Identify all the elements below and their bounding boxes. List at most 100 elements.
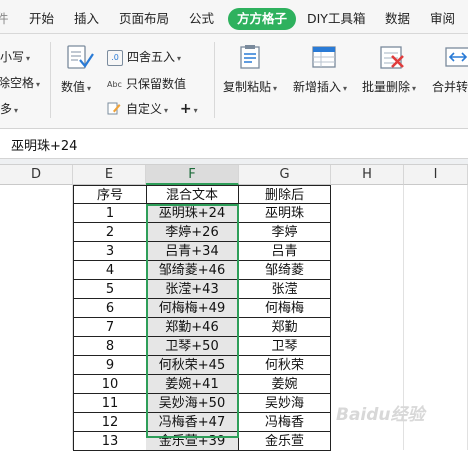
cell-mixed-text[interactable]: 何秋荣+45 [146, 356, 239, 375]
cell-after-delete[interactable]: 郑勤 [239, 318, 331, 337]
abc-icon: Abc [107, 80, 122, 89]
chevron-down-icon: ▾ [343, 84, 348, 93]
cell-mixed-text[interactable]: 巫明珠+24 [146, 204, 239, 223]
cell-seq[interactable]: 1 [73, 204, 147, 223]
remove-spaces-label: 除空格 [0, 76, 35, 90]
cell-seq[interactable]: 4 [73, 261, 147, 280]
ribbon-divider [214, 42, 215, 118]
cell-seq[interactable]: 13 [73, 432, 147, 451]
cell-seq[interactable]: 2 [73, 223, 147, 242]
cell-seq[interactable]: 5 [73, 280, 147, 299]
cell-seq[interactable]: 10 [73, 375, 147, 394]
tab-review[interactable]: 审阅 [430, 0, 455, 33]
round-button[interactable]: .0 四舍五入 ▾ [107, 48, 181, 66]
cell-seq[interactable]: 9 [73, 356, 147, 375]
cell-seq[interactable]: 12 [73, 413, 147, 432]
cell-mixed-text[interactable]: 郑勤+46 [146, 318, 239, 337]
tab-page-layout[interactable]: 页面布局 [119, 0, 169, 33]
cell-mixed-text[interactable]: 金乐萱+39 [146, 432, 239, 451]
custom-button[interactable]: 自定义 ▾ + ▾ [107, 100, 198, 118]
cell-mixed-text[interactable]: 李婷+26 [146, 223, 239, 242]
chevron-down-icon: ▾ [164, 106, 169, 115]
cell-mixed-text[interactable]: 邹绮菱+46 [146, 261, 239, 280]
formula-bar[interactable]: 巫明珠+24 [0, 129, 468, 159]
lowercase-label: 小写 [0, 50, 25, 64]
copy-paste-button[interactable]: 复制粘贴 ▾ [223, 78, 277, 95]
tab-home[interactable]: 开始 [29, 0, 54, 33]
merge-label: 合并转 [432, 80, 468, 94]
chevron-down-icon: ▾ [26, 54, 31, 63]
chevron-down-icon: ▾ [273, 84, 278, 93]
new-insert-button[interactable]: 新增插入 ▾ [293, 78, 347, 95]
cell-seq[interactable]: 6 [73, 299, 147, 318]
cell-after-delete[interactable]: 何秋荣 [239, 356, 331, 375]
tab-fangfang-gezi[interactable]: 方方格子 [228, 8, 297, 30]
cell-seq[interactable]: 3 [73, 242, 147, 261]
merge-icon [444, 44, 468, 72]
cell-after-delete[interactable]: 金乐萱 [239, 432, 331, 451]
new-insert-label: 新增插入 [293, 80, 342, 94]
chevron-down-icon: ▾ [36, 80, 41, 89]
cell-seq[interactable]: 7 [73, 318, 147, 337]
cell-after-delete[interactable]: 卫琴 [239, 337, 331, 356]
cell-after-delete[interactable]: 邹绮菱 [239, 261, 331, 280]
formula-content[interactable]: 巫明珠+24 [11, 135, 77, 154]
chevron-down-icon: ▾ [14, 106, 19, 115]
chevron-down-icon: ▾ [177, 54, 182, 63]
copy-paste-label: 复制粘贴 [223, 80, 272, 94]
remove-spaces-button[interactable]: 除空格 ▾ [0, 74, 40, 91]
column-header-h[interactable]: H [331, 165, 404, 185]
watermark-text: Baidu经验 [336, 405, 425, 425]
round-label: 四舍五入 [127, 50, 176, 64]
tab-formulas[interactable]: 公式 [189, 0, 214, 33]
numeric-icon [65, 44, 95, 72]
cell-after-delete[interactable]: 吴妙海 [239, 394, 331, 413]
tab-insert[interactable]: 插入 [74, 0, 99, 33]
keep-numeric-button[interactable]: Abc 只保留数值 [107, 75, 186, 92]
cell-mixed-text[interactable]: 吕青+34 [146, 242, 239, 261]
table-header[interactable]: 混合文本 [146, 185, 239, 204]
ribbon-divider [50, 42, 51, 118]
batch-delete-label: 批量删除 [362, 80, 411, 94]
more-button[interactable]: 多 ▾ [0, 100, 18, 117]
column-header-i[interactable]: I [404, 165, 468, 185]
cell-mixed-text[interactable]: 姜婉+41 [146, 375, 239, 394]
cell-after-delete[interactable]: 巫明珠 [239, 204, 331, 223]
column-header-f[interactable]: F [146, 165, 239, 185]
batch-delete-button[interactable]: 批量删除 ▾ [362, 78, 416, 95]
cell-seq[interactable]: 11 [73, 394, 147, 413]
cell-mixed-text[interactable]: 卫琴+50 [146, 337, 239, 356]
round-icon: .0 [107, 49, 123, 66]
chevron-down-icon: ▾ [87, 84, 92, 93]
tab-diy-toolbox[interactable]: DIY工具箱 [307, 0, 365, 33]
chevron-down-icon: ▾ [412, 84, 417, 93]
column-header-g[interactable]: G [239, 165, 331, 185]
cell-after-delete[interactable]: 何梅梅 [239, 299, 331, 318]
cell-after-delete[interactable]: 李婷 [239, 223, 331, 242]
table-header[interactable]: 删除后 [239, 185, 331, 204]
new-insert-icon [309, 44, 339, 72]
table-header[interactable]: 序号 [73, 185, 147, 204]
cell-after-delete[interactable]: 姜婉 [239, 375, 331, 394]
cell-mixed-text[interactable]: 张滢+43 [146, 280, 239, 299]
batch-delete-icon [377, 44, 407, 72]
tab-data[interactable]: 数据 [385, 0, 410, 33]
cell-mixed-text[interactable]: 冯梅香+47 [146, 413, 239, 432]
column-header-d[interactable]: D [0, 165, 73, 185]
cell-seq[interactable]: 8 [73, 337, 147, 356]
ribbon: 小写 ▾ 除空格 ▾ 多 ▾ 数值 ▾ .0 四舍五入 ▾ Abc 只保留数值 自定义 ▾ + ▾… [0, 34, 468, 129]
plus-icon[interactable]: + [180, 101, 192, 117]
cell-after-delete[interactable]: 冯梅香 [239, 413, 331, 432]
pencil-icon [107, 101, 123, 118]
cell-mixed-text[interactable]: 吴妙海+50 [146, 394, 239, 413]
column-header-e[interactable]: E [73, 165, 146, 185]
copy-paste-icon [236, 44, 266, 72]
cell-mixed-text[interactable]: 何梅梅+49 [146, 299, 239, 318]
lowercase-button[interactable]: 小写 ▾ [0, 48, 30, 65]
cell-after-delete[interactable]: 张滢 [239, 280, 331, 299]
cell-after-delete[interactable]: 吕青 [239, 242, 331, 261]
ribbon-tab-bar: 件 开始 插入 页面布局 公式 方方格子 DIY工具箱 数据 审阅 [0, 0, 468, 34]
numeric-button[interactable]: 数值 ▾ [61, 78, 91, 95]
numeric-label: 数值 [61, 80, 86, 94]
merge-button[interactable]: 合并转 [432, 78, 468, 95]
